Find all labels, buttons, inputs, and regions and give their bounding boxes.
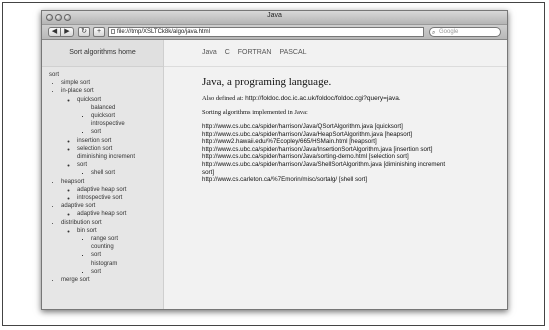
- tree-item-counting-sort[interactable]: counting sort: [91, 243, 163, 259]
- impl-link-shell-sort[interactable]: http://www.cs.carleton.ca/%7Emorin/misc/…: [202, 176, 507, 184]
- add-bookmark-button[interactable]: +: [93, 27, 105, 37]
- nav-link-c[interactable]: C: [225, 49, 230, 56]
- search-icon: ⌕: [432, 30, 436, 36]
- impl-link-insertion-sort[interactable]: http://www.cs.ubc.ca/spider/harrison/Jav…: [202, 146, 507, 154]
- browser-toolbar: ◀ ▶ ↻ + file:///tmp/XSLTCk8k/algo/java.h…: [42, 25, 507, 40]
- url-text: file:///tmp/XSLTCk8k/algo/java.html: [117, 29, 210, 35]
- also-defined-label: Also defined at:: [202, 95, 244, 102]
- tree-item-merge-sort[interactable]: merge sort: [61, 276, 163, 284]
- tree-item-distribution-sort[interactable]: distribution sort bin sort range sort co…: [61, 219, 163, 276]
- foldoc-link[interactable]: http://foldoc.doc.ic.ac.uk/foldoc/foldoc…: [245, 95, 399, 102]
- browser-window: Java ◀ ▶ ↻ + file:///tmp/XSLTCk8k/algo/j…: [41, 10, 508, 310]
- tree-item-introspective-sort[interactable]: introspective sort: [91, 120, 163, 136]
- article: Java, a programing language. Also define…: [164, 76, 507, 184]
- nav-link-fortran[interactable]: FORTRAN: [238, 49, 272, 56]
- impl-link-selection-sort[interactable]: http://www.cs.ubc.ca/spider/harrison/Jav…: [202, 153, 507, 161]
- sidebar: Sort algorithms home sort simple sort in…: [42, 40, 164, 309]
- page-content: Sort algorithms home sort simple sort in…: [42, 40, 507, 309]
- tree-item-shell-sort[interactable]: shell sort: [91, 169, 163, 177]
- plus-icon: +: [96, 28, 102, 35]
- reload-button[interactable]: ↻: [78, 27, 90, 37]
- implementation-links: http://www.cs.ubc.ca/spider/harrison/Jav…: [202, 123, 507, 184]
- tree-item-in-place-sort[interactable]: in-place sort quicksort balanced quickso…: [61, 87, 163, 177]
- forward-arrow-icon: ▶: [64, 28, 70, 35]
- language-nav: Java C FORTRAN PASCAL: [164, 40, 507, 67]
- tree-root-sort[interactable]: sort: [49, 71, 163, 79]
- tree-item-bin-sort[interactable]: bin sort range sort counting sort histog…: [77, 227, 163, 276]
- tree-item-insertion-sort[interactable]: insertion sort: [77, 137, 163, 145]
- tree-item-balanced-quicksort[interactable]: balanced quicksort: [91, 104, 163, 120]
- tree-item-diminishing-increment-sort[interactable]: diminishing increment sort shell sort: [77, 153, 163, 178]
- title-bar: Java: [42, 11, 507, 25]
- sort-tree: sort simple sort in-place sort quicksort…: [42, 67, 163, 284]
- also-defined-end: .: [398, 95, 401, 102]
- tree-item-simple-sort[interactable]: simple sort: [61, 79, 163, 87]
- also-defined-line: Also defined at: http://foldoc.doc.ic.ac…: [202, 95, 507, 102]
- impl-link-heapsort[interactable]: http://www.cs.ubc.ca/spider/harrison/Jav…: [202, 131, 507, 139]
- sidebar-home-link[interactable]: Sort algorithms home: [42, 40, 163, 67]
- file-icon: [111, 28, 115, 34]
- back-arrow-icon: ◀: [51, 28, 58, 35]
- nav-link-pascal[interactable]: PASCAL: [279, 49, 306, 56]
- nav-link-java[interactable]: Java: [202, 49, 217, 56]
- back-button[interactable]: ◀: [48, 27, 61, 37]
- tree-item-heapsort[interactable]: heapsort adaptive heap sort introspectiv…: [61, 178, 163, 203]
- search-placeholder: Google: [439, 29, 459, 35]
- implemented-label: Sorting algorithms implemented in Java:: [202, 109, 308, 116]
- forward-button[interactable]: ▶: [61, 27, 74, 37]
- tree-item-adaptive-heap-sort[interactable]: adaptive heap sort: [77, 186, 163, 194]
- tree-item-histogram-sort[interactable]: histogram sort: [91, 260, 163, 276]
- address-bar[interactable]: file:///tmp/XSLTCk8k/algo/java.html: [108, 27, 424, 37]
- page-heading: Java, a programing language.: [202, 76, 332, 88]
- tree-item-adaptive-heap-sort-2[interactable]: adaptive heap sort: [77, 210, 163, 218]
- tree-item-adaptive-sort[interactable]: adaptive sort adaptive heap sort: [61, 202, 163, 218]
- impl-link-diminishing-increment[interactable]: http://www.cs.ubc.ca/spider/harrison/Jav…: [202, 161, 507, 169]
- reload-icon: ↻: [81, 28, 87, 35]
- tree-item-selection-sort[interactable]: selection sort: [77, 145, 163, 153]
- tree-item-quicksort[interactable]: quicksort balanced quicksort introspecti…: [77, 96, 163, 137]
- search-field[interactable]: ⌕ Google: [429, 27, 501, 37]
- impl-link-heapsort-hawaii[interactable]: http://www2.hawaii.edu/%7Ecopley/665/HSM…: [202, 138, 507, 146]
- impl-link-diminishing-increment-cont[interactable]: sort]: [202, 169, 507, 177]
- main-panel: Java C FORTRAN PASCAL Java, a programing…: [164, 40, 507, 309]
- impl-link-quicksort[interactable]: http://www.cs.ubc.ca/spider/harrison/Jav…: [202, 123, 507, 131]
- tree-item-introspective-sort-2[interactable]: introspective sort: [77, 194, 163, 202]
- window-title: Java: [267, 12, 282, 19]
- tree-item-range-sort[interactable]: range sort: [91, 235, 163, 243]
